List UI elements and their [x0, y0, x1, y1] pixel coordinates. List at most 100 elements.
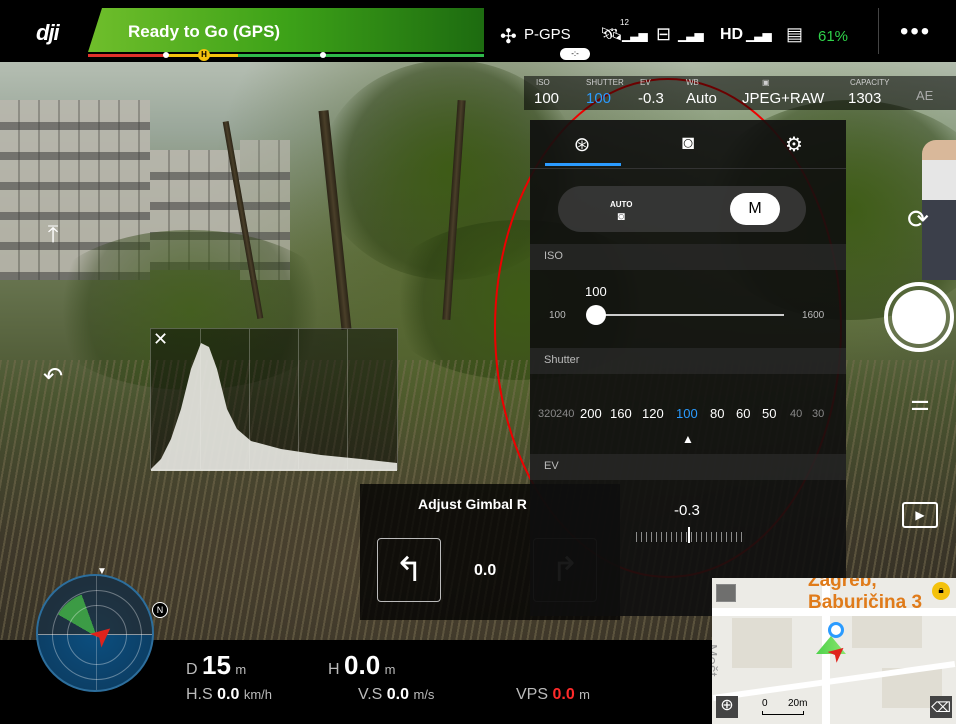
- distance-readout: D 15 m: [186, 650, 246, 681]
- gimbal-mode-badge: -:-: [560, 48, 590, 60]
- map-scale-zero: 0: [762, 698, 768, 709]
- ae-lock-label[interactable]: AE: [916, 88, 933, 103]
- auto-mode-button[interactable]: AUTO ◙: [610, 200, 633, 223]
- iso-slider-track[interactable]: [596, 314, 784, 316]
- ev-section-label: EV: [544, 460, 559, 472]
- format-icon: ▣: [762, 78, 770, 87]
- takeoff-icon[interactable]: ⤒: [36, 218, 70, 252]
- status-text: Ready to Go (GPS): [128, 22, 281, 41]
- attitude-radar[interactable]: ➤: [36, 574, 154, 692]
- home-point-icon: H: [198, 49, 210, 61]
- radar-north-label: N: [152, 602, 168, 618]
- altitude-indicator-line: [88, 54, 484, 57]
- flight-mode-text[interactable]: P-GPS: [524, 26, 571, 43]
- eraser-icon[interactable]: ⌫: [930, 696, 952, 718]
- camera-params-bar[interactable]: ISO 100 SHUTTER 100 EV -0.3 WB Auto ▣ JP…: [524, 76, 956, 110]
- hs-label: H.S: [186, 686, 213, 703]
- iso-section-header: [530, 244, 846, 270]
- shutter-section-label: Shutter: [544, 354, 580, 366]
- home-marker-dot: [163, 52, 169, 58]
- height-unit: m: [384, 662, 396, 677]
- vs-unit: m/s: [413, 687, 435, 702]
- shutter-option[interactable]: 60: [736, 406, 750, 421]
- battery-percent: 61%: [818, 28, 849, 45]
- hd-label[interactable]: HD: [720, 26, 743, 44]
- shutter-option[interactable]: 200: [580, 406, 602, 421]
- vertical-speed-readout: V.S 0.0 m/s: [358, 686, 434, 704]
- map-zoom-icon[interactable]: ⊕: [716, 696, 738, 718]
- camera-settings-sliders-icon[interactable]: ⚌: [900, 390, 940, 416]
- hs-value: 0.0: [217, 686, 240, 703]
- map-block: [732, 618, 792, 668]
- distance-value: 15: [202, 650, 231, 680]
- format-value: JPEG+RAW: [742, 90, 825, 107]
- remote-controller-icon[interactable]: ⊟: [656, 24, 671, 45]
- vps-value: 0.0: [552, 686, 575, 703]
- shutter-option[interactable]: 320: [538, 408, 556, 420]
- hs-unit: km/h: [243, 687, 272, 702]
- drone-icon[interactable]: ✣: [500, 24, 517, 49]
- iso-param-label: ISO: [536, 78, 550, 87]
- iso-section-label: ISO: [544, 250, 563, 262]
- shutter-option-selected[interactable]: 100: [676, 406, 698, 421]
- shutter-option[interactable]: 30: [812, 408, 824, 420]
- wb-param-value: Auto: [686, 90, 717, 107]
- more-dots-icon[interactable]: •••: [900, 18, 931, 46]
- active-tab-underline: [545, 163, 621, 166]
- shutter-pointer-icon: ▲: [682, 432, 694, 446]
- wb-param-label: WB: [686, 78, 699, 87]
- shutter-option[interactable]: 240: [556, 408, 574, 420]
- signal-bars-icon: ▁▃▅: [622, 28, 648, 42]
- map-scale-bar: [762, 711, 804, 715]
- aperture-icon[interactable]: ⊛: [562, 132, 602, 157]
- ev-indicator: [688, 527, 690, 543]
- return-home-icon[interactable]: ↶: [36, 360, 70, 394]
- shutter-option[interactable]: 120: [642, 406, 664, 421]
- shutter-option[interactable]: 50: [762, 406, 776, 421]
- vs-label: V.S: [358, 686, 383, 703]
- shutter-option[interactable]: 80: [710, 406, 724, 421]
- rotate-left-icon: ↰: [394, 551, 424, 589]
- radar-top-marker: ▼: [97, 566, 107, 577]
- home-location-pin-icon: [828, 622, 844, 638]
- shutter-option[interactable]: 40: [790, 408, 802, 420]
- divider: [878, 8, 879, 54]
- satellite-icon[interactable]: 🛰︎: [600, 24, 623, 45]
- vs-value: 0.0: [386, 686, 410, 703]
- dji-logo[interactable]: dji: [36, 20, 60, 46]
- playback-icon[interactable]: ▶: [902, 502, 938, 528]
- distance-label: D: [186, 661, 198, 678]
- map-layers-icon[interactable]: [716, 584, 736, 602]
- shutter-param-value: 100: [586, 90, 612, 107]
- hd-signal-bars-icon: ▁▃▅: [746, 28, 772, 42]
- histogram-curve: [151, 343, 397, 471]
- mini-map[interactable]: Zagreb, Baburičina 3 🔒︎ Mešt ➤ ⊕ 0 20m ⌫: [712, 578, 956, 724]
- map-scale-value: 20m: [788, 698, 808, 709]
- ev-param-value: -0.3: [638, 90, 664, 107]
- iso-min-value: 100: [549, 310, 566, 321]
- close-icon[interactable]: ✕: [153, 329, 168, 350]
- camera-icon[interactable]: ◙: [668, 132, 708, 155]
- histogram-panel[interactable]: ✕: [150, 328, 398, 471]
- divider: [530, 168, 846, 169]
- height-label: H: [328, 661, 340, 678]
- map-lock-icon[interactable]: 🔒︎: [932, 582, 950, 600]
- gear-icon[interactable]: ⚙: [774, 132, 814, 157]
- manual-mode-button[interactable]: M: [730, 193, 780, 225]
- gimbal-roll-left-button[interactable]: ↰: [377, 538, 441, 602]
- horizontal-speed-readout: H.S 0.0 km/h: [186, 686, 272, 704]
- shutter-button-inner[interactable]: [892, 290, 946, 344]
- shutter-option[interactable]: 160: [610, 406, 632, 421]
- distance-unit: m: [235, 662, 247, 677]
- battery-icon[interactable]: ▤: [786, 24, 803, 45]
- map-street-label: Baburičina 3: [808, 592, 923, 613]
- iso-slider-thumb[interactable]: [586, 305, 606, 325]
- camera-switch-icon[interactable]: ⟳: [898, 204, 938, 240]
- gimbal-value: 0.0: [474, 562, 497, 579]
- ev-current-value: -0.3: [674, 502, 700, 519]
- height-value: 0.0: [344, 650, 381, 680]
- vps-label: VPS: [516, 686, 549, 703]
- shutter-param-label: SHUTTER: [586, 78, 624, 87]
- map-district-label: Mešt: [712, 644, 720, 677]
- iso-param-value: 100: [534, 90, 560, 107]
